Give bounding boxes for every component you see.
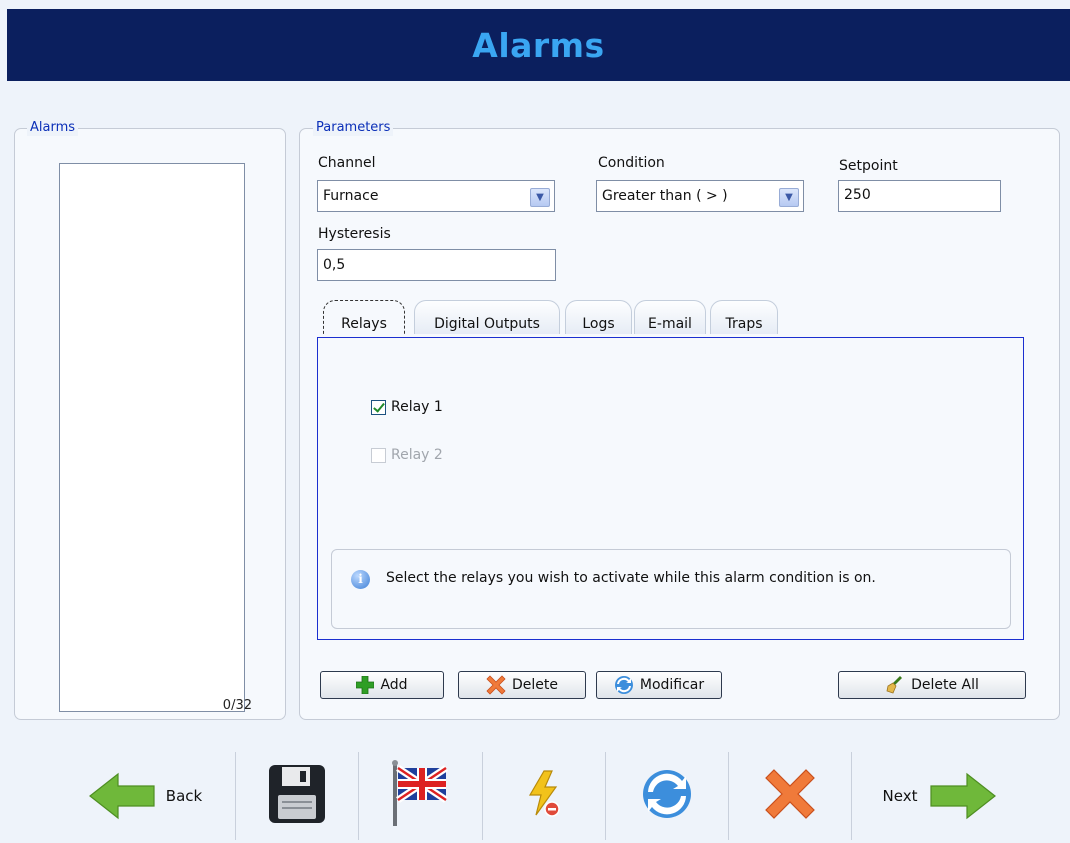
channel-label: Channel [318, 155, 376, 171]
condition-value: Greater than ( > ) [602, 188, 728, 204]
header-bar: Alarms [7, 9, 1070, 81]
setpoint-input[interactable]: 250 [838, 180, 1001, 212]
channel-value: Furnace [323, 188, 379, 204]
tab-label: Digital Outputs [434, 316, 540, 332]
save-button[interactable] [236, 752, 358, 840]
condition-label: Condition [598, 155, 665, 171]
tab-label: E-mail [648, 316, 692, 332]
language-flag-icon [389, 760, 453, 832]
add-button[interactable]: Add [320, 671, 444, 699]
power-button[interactable] [483, 752, 605, 840]
modify-button[interactable]: Modificar [596, 671, 722, 699]
delete-label: Delete [512, 677, 558, 693]
hysteresis-value: 0,5 [323, 257, 346, 273]
alarm-count: 0/32 [222, 698, 252, 713]
tab-relays[interactable]: Relays [323, 300, 405, 334]
channel-select[interactable]: Furnace ▼ [317, 180, 555, 212]
modify-label: Modificar [639, 677, 705, 693]
cancel-button[interactable] [729, 752, 851, 840]
broom-icon [885, 675, 905, 695]
hysteresis-label: Hysteresis [318, 226, 391, 242]
setpoint-label: Setpoint [839, 158, 898, 174]
refresh-icon [641, 768, 693, 824]
tab-traps[interactable]: Traps [710, 300, 778, 334]
relay-2-label: Relay 2 [391, 447, 443, 463]
setpoint-value: 250 [844, 187, 871, 203]
delete-x-icon [486, 675, 506, 695]
chevron-down-icon[interactable]: ▼ [779, 188, 799, 207]
tab-label: Traps [725, 316, 763, 332]
chevron-down-icon[interactable]: ▼ [530, 188, 550, 207]
relay-1-checkbox[interactable] [371, 399, 386, 415]
tab-logs[interactable]: Logs [565, 300, 632, 334]
alarm-list[interactable] [59, 163, 245, 712]
parameters-group-legend: Parameters [313, 120, 394, 136]
back-arrow-icon [88, 772, 156, 820]
info-icon: i [351, 570, 370, 589]
relays-tab-panel: Relay 1 Relay 2 i Select the relays you … [317, 337, 1024, 640]
refresh-icon [614, 675, 634, 695]
tab-email[interactable]: E-mail [634, 300, 706, 334]
tab-label: Logs [582, 316, 615, 332]
tab-label: Relays [341, 316, 387, 332]
tab-digital-outputs[interactable]: Digital Outputs [414, 300, 560, 334]
plus-icon [356, 676, 375, 694]
info-text: Select the relays you wish to activate w… [386, 570, 876, 586]
add-label: Add [380, 677, 408, 693]
save-icon [267, 763, 327, 829]
refresh-button[interactable] [606, 752, 728, 840]
next-button[interactable]: Next [855, 752, 1025, 840]
back-button[interactable]: Back [60, 752, 230, 840]
relay-2-checkbox-row: Relay 2 [371, 447, 443, 463]
info-box: i Select the relays you wish to activate… [331, 549, 1011, 629]
cancel-icon [764, 768, 816, 824]
language-button[interactable] [359, 752, 482, 840]
back-label: Back [165, 787, 203, 805]
alarms-group: Alarms 0/32 [14, 120, 286, 720]
power-icon [524, 769, 564, 823]
alarms-group-legend: Alarms [27, 120, 79, 136]
page-title: Alarms [472, 25, 605, 65]
relay-1-checkbox-row[interactable]: Relay 1 [371, 399, 443, 415]
hysteresis-input[interactable]: 0,5 [317, 249, 556, 281]
delete-all-button[interactable]: Delete All [838, 671, 1026, 699]
condition-select[interactable]: Greater than ( > ) ▼ [596, 180, 804, 212]
bottom-toolbar: Back Next [0, 752, 1070, 843]
next-label: Next [882, 787, 918, 805]
delete-all-label: Delete All [911, 677, 979, 693]
delete-button[interactable]: Delete [458, 671, 586, 699]
relay-1-label: Relay 1 [391, 399, 443, 415]
next-arrow-icon [929, 772, 997, 820]
toolbar-divider [851, 752, 852, 840]
relay-2-checkbox [371, 447, 386, 463]
